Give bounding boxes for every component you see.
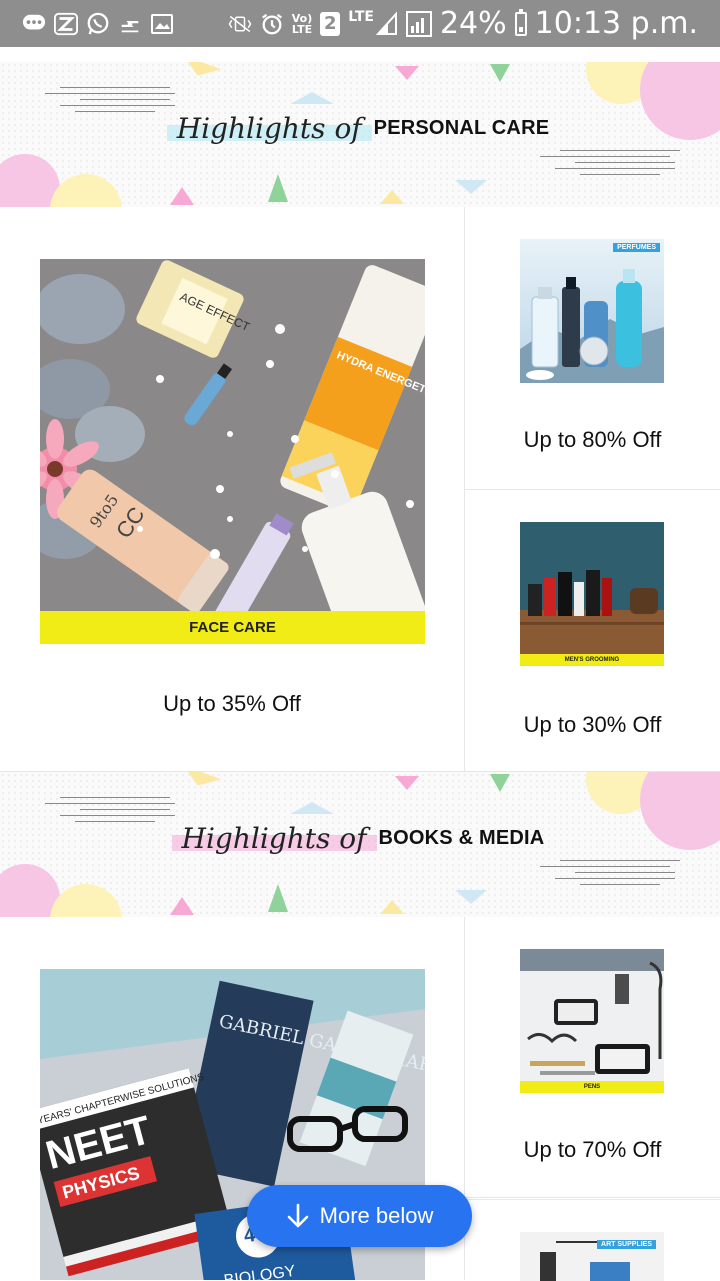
signal-strength-icon	[405, 10, 432, 37]
deal-card-art-supplies[interactable]: ART SUPPLIES	[465, 1200, 720, 1281]
vibrate-mute-icon	[228, 12, 252, 36]
deal-card-pens[interactable]: PENS Up to 70% Off	[465, 917, 720, 1200]
alarm-icon	[260, 12, 284, 36]
arrow-down-icon	[287, 1203, 308, 1228]
volte-indicator: Vo) LTE	[291, 11, 313, 36]
section-title: Highlights of BOOKS & MEDIA	[0, 822, 720, 855]
perfumes-tag: PERFUMES	[613, 243, 660, 252]
deal-card-mens-grooming[interactable]: MEN'S GROOMING Up to 30% Off	[465, 490, 720, 773]
chat-icon	[22, 12, 46, 36]
deal-card-face-care[interactable]: AGE EFFECT HYDRA ENERGETIC CC 9to5 FACE …	[0, 207, 465, 772]
deal-discount: Up to 35% Off	[163, 691, 301, 716]
mens-grooming-image: MEN'S GROOMING	[520, 522, 664, 666]
deal-discount: Up to 80% Off	[523, 427, 662, 452]
section-title-script: Highlights of	[171, 822, 377, 855]
section-title-category: BOOKS & MEDIA	[378, 827, 545, 849]
clock: 10:13 p.m.	[534, 5, 698, 41]
deal-discount: Up to 70% Off	[523, 1137, 662, 1162]
face-care-image: AGE EFFECT HYDRA ENERGETIC CC 9to5 FACE …	[40, 259, 425, 644]
section-banner-personal-care: Highlights of PERSONAL CARE	[0, 62, 720, 207]
section-title-category: PERSONAL CARE	[373, 117, 550, 139]
perfumes-image: PERFUMES	[520, 239, 664, 383]
battery-icon	[514, 8, 527, 36]
battery-percent: 24%	[439, 5, 507, 41]
signal-strength-icon	[375, 11, 397, 35]
lte-signal: LTE	[348, 10, 398, 36]
transfer-icon	[118, 12, 142, 36]
face-care-label: FACE CARE	[40, 611, 425, 644]
sim-badge: 2	[320, 11, 341, 36]
deal-discount: Up to 30% Off	[523, 712, 662, 737]
more-below-button[interactable]: More below	[247, 1185, 472, 1247]
whatsapp-icon	[86, 12, 110, 36]
art-supplies-image: ART SUPPLIES	[520, 1232, 664, 1281]
more-below-label: More below	[319, 1203, 434, 1228]
gallery-icon	[150, 12, 174, 36]
deals-grid-personal-care: AGE EFFECT HYDRA ENERGETIC CC 9to5 FACE …	[0, 207, 720, 773]
zomato-icon	[54, 12, 78, 36]
section-banner-books-media: Highlights of BOOKS & MEDIA	[0, 772, 720, 917]
mens-grooming-label: MEN'S GROOMING	[520, 654, 664, 666]
section-title-script: Highlights of	[166, 112, 372, 145]
art-supplies-tag: ART SUPPLIES	[597, 1240, 656, 1249]
deal-card-perfumes[interactable]: PERFUMES Up to 80% Off	[465, 207, 720, 490]
status-bar: Vo) LTE 2 LTE 24% 10:13 p.m.	[0, 0, 720, 47]
pens-label: PENS	[520, 1081, 664, 1093]
section-title: Highlights of PERSONAL CARE	[0, 112, 720, 145]
pens-image: PENS	[520, 949, 664, 1093]
